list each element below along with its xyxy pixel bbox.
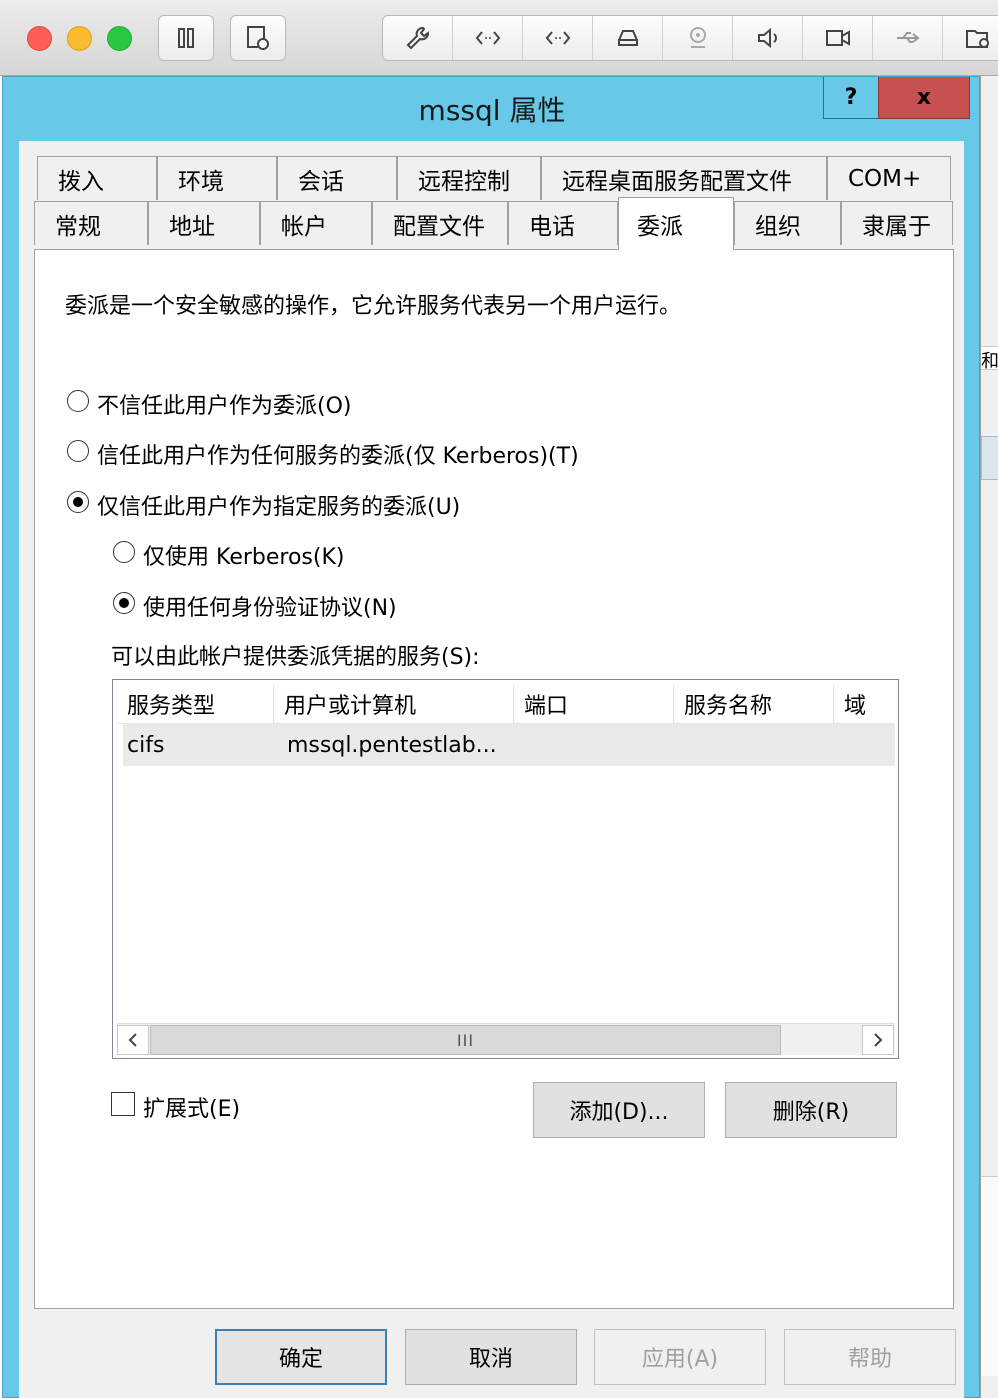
tab-delegation[interactable]: 委派 — [618, 197, 734, 250]
device-toolbar — [382, 15, 998, 61]
radio-kerberos-only[interactable] — [113, 541, 135, 563]
expanded-checkbox[interactable] — [111, 1092, 135, 1116]
background-window-filter — [981, 436, 998, 480]
help-button[interactable]: 帮助 — [784, 1329, 956, 1385]
services-list-header: 服务类型 用户或计算机 端口 服务名称 域 — [117, 684, 895, 724]
ok-button[interactable]: 确定 — [215, 1329, 387, 1385]
tab-dial-in[interactable]: 拨入 — [37, 156, 157, 200]
remove-service-button[interactable]: 删除(R) — [725, 1082, 897, 1138]
tab-rds-profile[interactable]: 远程桌面服务配置文件 — [541, 156, 827, 200]
tab-telephones[interactable]: 电话 — [508, 201, 618, 245]
tab-remote-control[interactable]: 远程控制 — [397, 156, 541, 200]
network-alt-button[interactable] — [523, 16, 593, 60]
radio-any-auth-protocol-label[interactable]: 使用任何身份验证协议(N) — [143, 590, 397, 622]
sound-button[interactable] — [733, 16, 803, 60]
radio-trust-any-service[interactable] — [67, 440, 89, 462]
usb-button[interactable] — [873, 16, 943, 60]
tab-address[interactable]: 地址 — [148, 201, 260, 245]
video-camera-icon — [825, 30, 850, 46]
scroll-thumb[interactable]: III — [150, 1025, 781, 1055]
pause-icon — [178, 28, 194, 48]
wrench-icon — [406, 27, 429, 50]
usb-icon — [896, 32, 920, 43]
pause-button[interactable] — [158, 15, 214, 61]
background-window: 和 — [980, 76, 998, 1398]
shared-folder-button[interactable] — [943, 16, 998, 60]
services-listview[interactable]: 服务类型 用户或计算机 端口 服务名称 域 cifs mssql.pentest… — [112, 679, 899, 1059]
webcam-icon — [689, 27, 706, 48]
delegation-description: 委派是一个安全敏感的操作，它允许服务代表另一个用户运行。 — [65, 294, 682, 319]
tab-account[interactable]: 帐户 — [260, 201, 372, 245]
scroll-left-button[interactable] — [117, 1025, 149, 1055]
window-zoom-button[interactable] — [107, 26, 132, 51]
tab-general[interactable]: 常规 — [34, 201, 148, 245]
radio-do-not-trust[interactable] — [67, 390, 89, 412]
radio-do-not-trust-label[interactable]: 不信任此用户作为委派(O) — [97, 388, 351, 420]
scroll-right-button[interactable] — [862, 1025, 894, 1055]
column-header-user-or-computer[interactable]: 用户或计算机 — [274, 684, 514, 724]
tab-member-of[interactable]: 隶属于 — [841, 201, 953, 245]
window-close-button[interactable] — [27, 26, 52, 51]
shared-folder-icon — [965, 30, 989, 48]
network-button[interactable] — [453, 16, 523, 60]
tab-profile[interactable]: 配置文件 — [372, 201, 508, 245]
background-window-panel — [981, 1176, 998, 1376]
cell-service-type: cifs — [127, 732, 165, 758]
disk-button[interactable] — [593, 16, 663, 60]
speaker-icon — [757, 27, 777, 49]
cell-user-or-computer: mssql.pentestlab... — [287, 732, 497, 758]
apply-button[interactable]: 应用(A) — [594, 1329, 766, 1385]
column-header-service-type[interactable]: 服务类型 — [117, 684, 274, 724]
delegation-panel: 委派是一个安全敏感的操作，它允许服务代表另一个用户运行。 不信任此用户作为委派(… — [34, 249, 954, 1309]
properties-dialog: mssql 属性 ? x 拨入 环境 会话 远程控制 远程桌面服务配置文件 CO… — [2, 76, 980, 1398]
window-minimize-button[interactable] — [67, 26, 92, 51]
hard-drive-icon — [617, 30, 638, 46]
column-header-service-name[interactable]: 服务名称 — [674, 684, 834, 724]
snapshot-button[interactable] — [230, 15, 286, 61]
add-service-button[interactable]: 添加(D)... — [533, 1082, 705, 1138]
column-header-port[interactable]: 端口 — [514, 684, 674, 724]
background-window-text: 和 — [981, 346, 998, 370]
dialog-client-area: 拨入 环境 会话 远程控制 远程桌面服务配置文件 COM+ 常规 地址 帐户 配… — [19, 141, 964, 1398]
chevron-left-icon — [128, 1033, 137, 1047]
services-list-label: 可以由此帐户提供委派凭据的服务(S): — [111, 645, 480, 670]
radio-any-auth-protocol[interactable] — [113, 592, 135, 614]
column-header-domain[interactable]: 域 — [834, 684, 895, 724]
radio-trust-specified-services-label[interactable]: 仅信任此用户作为指定服务的委派(U) — [97, 489, 460, 521]
cancel-button[interactable]: 取消 — [405, 1329, 577, 1385]
table-row[interactable]: cifs mssql.pentestlab... — [123, 724, 895, 766]
vm-toolbar — [0, 0, 998, 76]
camera-button[interactable] — [663, 16, 733, 60]
title-close-button[interactable]: x — [878, 77, 970, 119]
snapshot-icon — [247, 26, 269, 50]
radio-trust-specified-services[interactable] — [67, 491, 89, 513]
title-help-button[interactable]: ? — [823, 77, 879, 119]
code-icon — [475, 31, 500, 45]
expanded-checkbox-label[interactable]: 扩展式(E) — [143, 1091, 240, 1123]
tab-organization[interactable]: 组织 — [734, 201, 841, 245]
tab-sessions[interactable]: 会话 — [277, 156, 397, 200]
tab-environment[interactable]: 环境 — [157, 156, 277, 200]
horizontal-scrollbar[interactable]: III — [117, 1023, 895, 1055]
tab-com-plus[interactable]: COM+ — [827, 156, 951, 200]
chevron-right-icon — [874, 1033, 883, 1047]
radio-kerberos-only-label[interactable]: 仅使用 Kerberos(K) — [143, 539, 344, 571]
radio-trust-any-service-label[interactable]: 信任此用户作为任何服务的委派(仅 Kerberos)(T) — [97, 438, 579, 470]
code-alt-icon — [545, 31, 570, 45]
video-button[interactable] — [803, 16, 873, 60]
settings-button[interactable] — [383, 16, 453, 60]
